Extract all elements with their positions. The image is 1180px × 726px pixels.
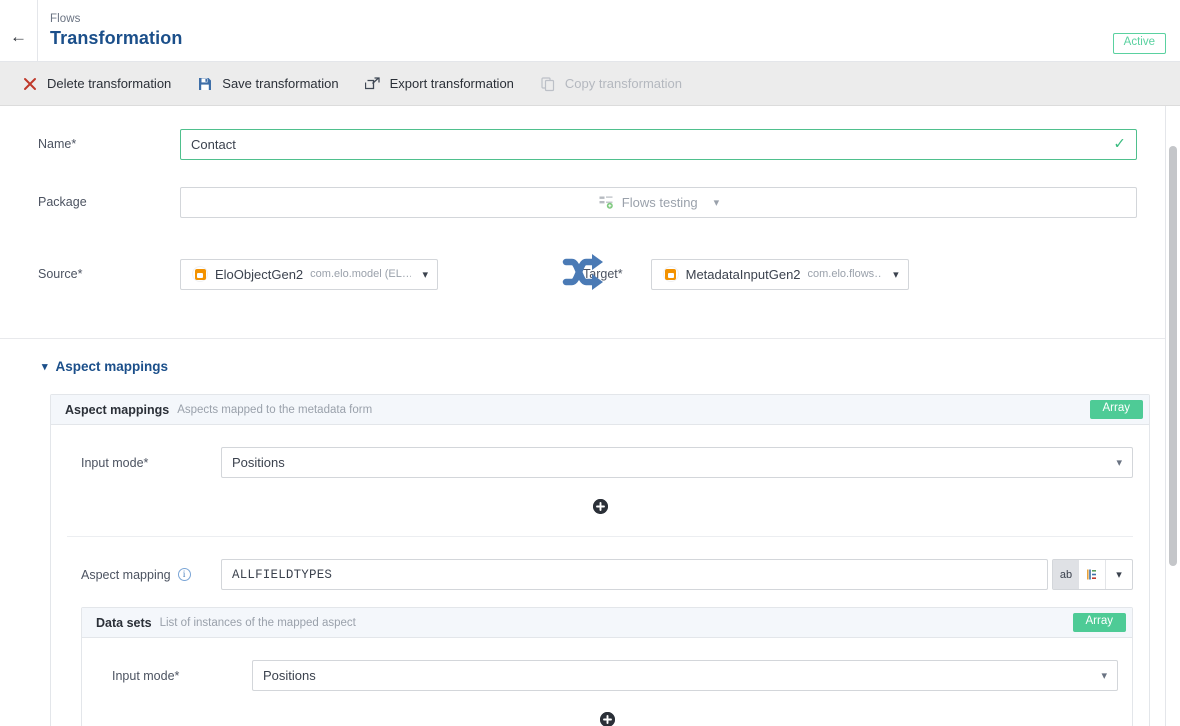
aspect-mappings-panel-description: Aspects mapped to the metadata form [177,403,373,416]
copy-icon [540,76,556,92]
shuffle-icon [560,251,608,298]
chevron-down-icon: ▾ [1116,457,1122,469]
action-toolbar: Delete transformation Save transformatio… [0,62,1180,106]
aspect-mappings-panel-body: Input mode* Positions ▾ Aspect mapping i… [51,425,1149,726]
input-mode-select[interactable]: Positions ▾ [221,447,1133,478]
aspect-mapping-mode-group: ab ▾ [1052,559,1133,590]
aspect-mapping-value: ALLFIELDTYPES [232,567,333,582]
package-row: Package Flows testing ▾ [0,186,1180,218]
package-icon [598,194,614,210]
info-icon[interactable]: i [177,568,191,581]
save-transformation-label: Save transformation [222,76,339,91]
input-mode-value: Positions [232,455,285,470]
chevron-down-icon[interactable]: ▾ [1106,568,1132,581]
aspect-mappings-panel-header: Aspect mappings Aspects mapped to the me… [51,395,1149,425]
aspect-mapping-row: Aspect mapping i ALLFIELDTYPES ab ▾ [51,537,1149,590]
target-select[interactable]: MetadataInputGen2 com.elo.flows… ▾ [650,258,909,290]
general-form-section: Name* Contact ✓ Package Flows testing ▾ … [0,106,1180,339]
object-orange-icon [662,266,679,282]
aspect-mapping-input[interactable]: ALLFIELDTYPES [221,559,1048,590]
package-label: Package [38,195,87,209]
array-badge: Array [1072,613,1126,632]
add-aspect-mapping-row [51,478,1149,536]
aspect-mappings-heading: Aspect mappings [55,359,169,374]
name-input[interactable]: Contact ✓ [180,128,1137,160]
name-row: Name* Contact ✓ [0,128,1180,160]
external-link-icon [364,76,381,92]
back-button[interactable]: ← [0,0,38,61]
delete-transformation-label: Delete transformation [47,76,172,91]
transform-icon-wrap [560,244,608,304]
source-namespace: com.elo.model (EL… [310,268,412,280]
aspect-mappings-section: ▾ Aspect mappings Aspect mappings Aspect… [0,339,1180,726]
breadcrumb[interactable]: Flows [50,13,182,25]
package-select[interactable]: Flows testing ▾ [180,186,1137,218]
export-transformation-button[interactable]: Export transformation [364,76,514,92]
copy-transformation-label: Copy transformation [564,76,682,91]
name-label: Name* [38,137,77,151]
package-value: Flows testing [621,194,698,210]
scrollbar-thumb[interactable] [1169,146,1177,566]
data-sets-panel: Data sets List of instances of the mappe… [81,607,1133,726]
chevron-down-icon: ▾ [1101,670,1107,682]
plus-circle-icon[interactable] [592,499,608,514]
delete-transformation-button[interactable]: Delete transformation [22,76,171,92]
target-namespace: com.elo.flows… [807,268,883,280]
close-x-icon [22,76,38,92]
scroll-body: Name* Contact ✓ Package Flows testing ▾ … [0,106,1180,726]
aspect-mappings-panel: Aspect mappings Aspects mapped to the me… [50,394,1150,726]
data-sets-panel-title: Data sets [96,615,152,630]
data-sets-panel-header: Data sets List of instances of the mappe… [82,608,1132,638]
export-transformation-label: Export transformation [389,76,514,91]
copy-transformation-button: Copy transformation [540,76,682,92]
aspect-mappings-panel-title: Aspect mappings [65,402,170,417]
chevron-down-icon: ▾ [42,361,48,373]
mode-json-button[interactable] [1079,560,1105,589]
chevron-down-icon: ▾ [422,268,428,281]
arrow-left-icon: ← [10,27,27,46]
chevron-down-icon: ▾ [893,268,899,281]
array-badge: Array [1089,400,1143,419]
page-header: ← Flows Transformation Active [0,0,1180,62]
aspect-mapping-label: Aspect mapping i [81,568,221,582]
vertical-scrollbar[interactable] [1166,106,1180,726]
input-mode-row: Input mode* Positions ▾ [51,447,1149,478]
save-transformation-button[interactable]: Save transformation [197,76,339,92]
source-select[interactable]: EloObjectGen2 com.elo.model (EL… ▾ [180,258,438,290]
name-input-value: Contact [191,136,236,152]
check-icon: ✓ [1113,135,1126,153]
data-sets-input-mode-value: Positions [263,668,316,683]
mode-text-button[interactable]: ab [1053,560,1079,589]
aspect-mapping-label-text: Aspect mapping [81,567,171,582]
input-mode-label: Input mode* [81,455,149,470]
data-sets-input-mode-label: Input mode* [112,668,180,683]
status-badge: Active [1112,33,1166,54]
chevron-down-icon: ▾ [713,196,720,209]
data-sets-input-mode-select[interactable]: Positions ▾ [252,660,1118,691]
data-sets-panel-body: Input mode* Positions ▾ [82,638,1132,726]
data-sets-panel-description: List of instances of the mapped aspect [159,616,356,629]
add-data-set-row [82,691,1132,726]
source-target-row: Source* EloObjectGen2 com.elo.model (EL…… [0,244,1180,304]
object-orange-icon [192,266,208,282]
target-name: MetadataInputGen2 [685,266,801,282]
source-name: EloObjectGen2 [215,266,304,282]
save-disk-icon [197,76,213,92]
source-label: Source* [38,267,83,281]
data-sets-input-mode-row: Input mode* Positions ▾ [82,660,1132,691]
plus-circle-icon[interactable] [599,712,615,726]
header-titles: Flows Transformation [38,0,182,61]
page-title: Transformation [50,27,183,48]
aspect-mappings-collapse-header[interactable]: ▾ Aspect mappings [0,359,1180,374]
